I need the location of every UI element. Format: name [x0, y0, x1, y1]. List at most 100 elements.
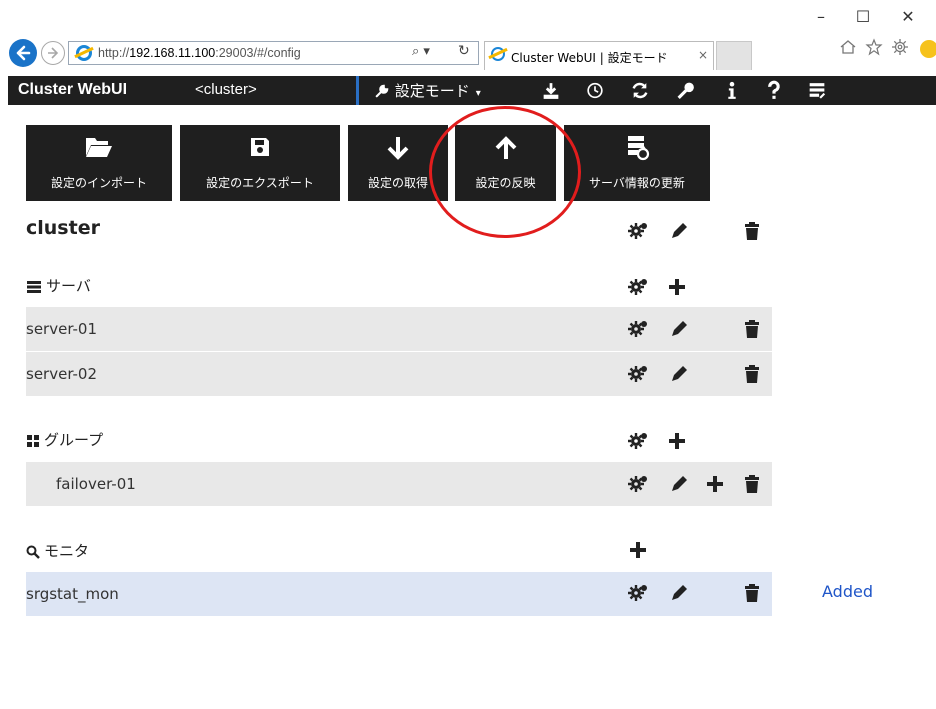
browser-forward-button[interactable] — [41, 41, 65, 65]
plus-icon — [630, 542, 646, 558]
trash-icon — [745, 475, 759, 493]
cluster-edit-button[interactable] — [668, 220, 690, 242]
monitor-delete-button[interactable] — [741, 582, 763, 604]
monitors-section-heading: モニタ — [26, 540, 89, 561]
plus-icon — [707, 476, 723, 492]
server-name: server-02 — [26, 365, 98, 383]
gears-icon — [628, 321, 647, 337]
mode-separator — [356, 76, 359, 105]
smiley-feedback-icon[interactable] — [920, 40, 936, 58]
monitor-properties-button[interactable] — [627, 582, 649, 604]
address-search-icon[interactable]: ⌕ ▾ — [412, 44, 430, 59]
apply-config-label: 設定の反映 — [475, 176, 536, 190]
server-icon — [27, 280, 41, 293]
browser-tab-active[interactable]: Cluster WebUI | 設定モード × — [484, 41, 714, 70]
add-group-button[interactable] — [666, 430, 688, 452]
arrow-left-icon — [16, 45, 31, 61]
settings-gear-icon[interactable] — [891, 38, 909, 56]
server-row[interactable]: server-01 — [26, 307, 772, 351]
server-row[interactable]: server-02 — [26, 352, 772, 396]
ie-logo-icon — [76, 45, 92, 61]
group-delete-button[interactable] — [741, 473, 763, 495]
pencil-icon — [672, 321, 687, 336]
home-icon[interactable] — [839, 38, 857, 56]
server-name: server-01 — [26, 320, 98, 338]
window-maximize-button[interactable]: ☐ — [848, 6, 878, 28]
monitor-name: srgstat_mon — [26, 585, 119, 603]
groups-section-heading: グループ — [26, 429, 103, 450]
export-config-label: 設定のエクスポート — [206, 176, 314, 190]
server-edit-button[interactable] — [668, 363, 690, 385]
add-monitor-button[interactable] — [627, 539, 649, 561]
help-icon[interactable] — [763, 80, 785, 101]
tab-close-icon[interactable]: × — [698, 48, 708, 62]
server-refresh-icon — [628, 136, 650, 161]
trash-icon — [745, 222, 759, 240]
add-resource-button[interactable] — [704, 473, 726, 495]
refresh-icon[interactable] — [629, 80, 651, 101]
apply-config-button[interactable]: 設定の反映 — [455, 125, 556, 201]
address-url[interactable]: http://192.168.11.100:29003/#/config — [98, 46, 301, 60]
window-minimize-button[interactable]: – — [806, 6, 836, 28]
url-scheme: http:// — [98, 46, 130, 60]
chevron-down-icon: ▾ — [475, 88, 481, 99]
arrow-up-icon — [495, 136, 516, 159]
gears-icon — [628, 585, 647, 601]
arrow-right-icon — [48, 47, 59, 59]
server-list-icon[interactable] — [806, 80, 828, 101]
mode-label: 設定モード — [394, 82, 470, 100]
servers-section-heading: サーバ — [26, 275, 91, 296]
gears-icon — [628, 476, 647, 492]
mode-dropdown[interactable]: 設定モード ▾ — [374, 80, 481, 101]
save-icon — [251, 138, 269, 156]
gears-icon — [628, 279, 647, 295]
status-badge: Added — [822, 582, 873, 601]
get-config-button[interactable]: 設定の取得 — [348, 125, 448, 201]
servers-properties-button[interactable] — [627, 276, 649, 298]
cluster-properties-button[interactable] — [627, 220, 649, 242]
download-icon[interactable] — [540, 80, 562, 101]
address-bar[interactable]: http://192.168.11.100:29003/#/config ⌕ ▾… — [68, 41, 479, 65]
import-config-button[interactable]: 設定のインポート — [26, 125, 172, 201]
clock-icon[interactable] — [584, 80, 606, 101]
monitors-heading-label: モニタ — [44, 542, 90, 560]
browser-back-button[interactable] — [9, 39, 37, 67]
monitor-edit-button[interactable] — [668, 582, 690, 604]
server-properties-button[interactable] — [627, 318, 649, 340]
address-refresh-icon[interactable]: ↻ — [458, 43, 470, 59]
server-delete-button[interactable] — [741, 363, 763, 385]
gears-icon — [628, 366, 647, 382]
search-icon — [26, 545, 40, 559]
tab-title: Cluster WebUI | 設定モード — [511, 51, 668, 65]
window-close-button[interactable]: ✕ — [893, 6, 923, 28]
group-edit-button[interactable] — [668, 473, 690, 495]
arrow-down-icon — [387, 137, 409, 160]
add-server-button[interactable] — [666, 276, 688, 298]
group-properties-button[interactable] — [627, 473, 649, 495]
update-server-info-button[interactable]: サーバ情報の更新 — [564, 125, 710, 201]
cluster-title: cluster — [26, 217, 100, 239]
trash-icon — [745, 584, 759, 602]
key-icon[interactable] — [675, 80, 697, 101]
plus-icon — [669, 279, 685, 295]
server-properties-button[interactable] — [627, 363, 649, 385]
groups-properties-button[interactable] — [627, 430, 649, 452]
ie-logo-icon — [491, 47, 505, 61]
pencil-icon — [672, 476, 687, 491]
server-delete-button[interactable] — [741, 318, 763, 340]
pencil-icon — [672, 585, 687, 600]
server-edit-button[interactable] — [668, 318, 690, 340]
info-icon[interactable] — [721, 80, 743, 101]
app-brand[interactable]: Cluster WebUI — [18, 81, 127, 99]
cluster-name-label: <cluster> — [195, 81, 257, 98]
new-tab-button[interactable] — [716, 41, 752, 70]
group-row[interactable]: failover-01 — [26, 462, 772, 506]
export-config-button[interactable]: 設定のエクスポート — [180, 125, 340, 201]
folder-open-icon — [86, 138, 112, 157]
plus-icon — [669, 433, 685, 449]
favorites-star-icon[interactable] — [865, 38, 883, 56]
trash-icon — [745, 320, 759, 338]
cluster-delete-button[interactable] — [741, 220, 763, 242]
monitor-row[interactable]: srgstat_mon — [26, 572, 772, 616]
url-host: 192.168.11.100 — [129, 46, 216, 60]
